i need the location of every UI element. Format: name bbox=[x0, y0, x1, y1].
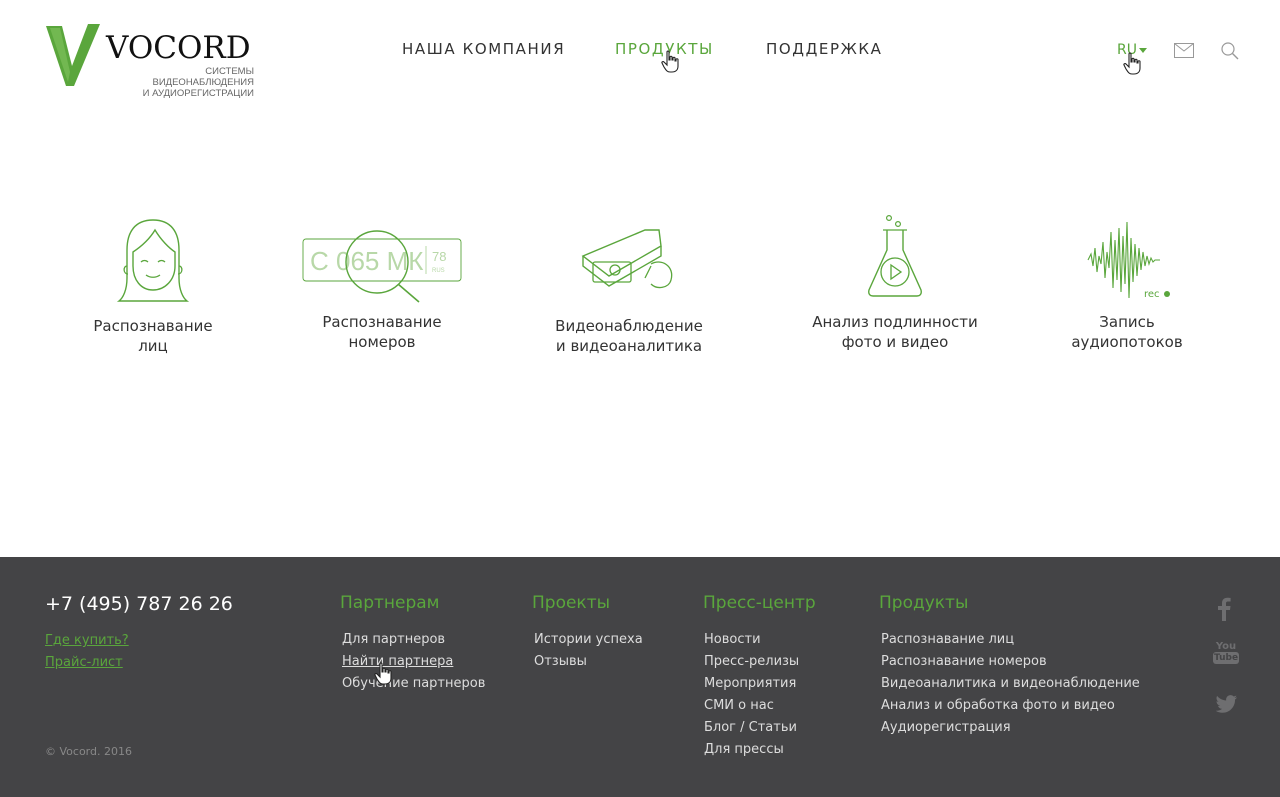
footer-column-partners: Партнерам Для партнеров Найти партнера О… bbox=[340, 593, 485, 695]
footer-column-products: Продукты Распознавание лиц Распознавание… bbox=[879, 593, 1140, 739]
footer-link[interactable]: Мероприятия bbox=[704, 673, 816, 695]
face-icon bbox=[116, 219, 190, 302]
product-label: Запись аудиопотоков bbox=[1047, 312, 1207, 352]
product-label-line1: Запись bbox=[1099, 313, 1155, 331]
product-label: Распознавание номеров bbox=[302, 312, 462, 352]
footer-link[interactable]: Обучение партнеров bbox=[342, 673, 485, 695]
product-plate-recognition[interactable]: С 065 МК 78 RUS Распознавание номеров bbox=[302, 228, 462, 352]
product-video-surveillance[interactable]: Видеонаблюдение и видеоаналитика bbox=[549, 226, 709, 356]
product-label-line2: и видеоаналитика bbox=[555, 337, 703, 355]
product-label-line1: Распознавание bbox=[93, 317, 213, 335]
hand-cursor-icon bbox=[1123, 52, 1141, 75]
hand-cursor-icon bbox=[661, 50, 679, 73]
footer-link[interactable]: Истории успеха bbox=[534, 629, 643, 651]
license-plate-icon: С 065 МК 78 RUS bbox=[302, 230, 462, 303]
plate-region-text: 78 bbox=[432, 249, 446, 264]
footer-link[interactable]: Распознавание лиц bbox=[881, 629, 1140, 651]
logo-v-mark-icon bbox=[46, 24, 100, 86]
product-label-line1: Распознавание bbox=[322, 313, 442, 331]
product-face-recognition[interactable]: Распознавание лиц bbox=[73, 218, 233, 356]
footer-link[interactable]: Для прессы bbox=[704, 739, 816, 761]
footer-column-title: Пресс-центр bbox=[703, 593, 816, 613]
vocord-logo[interactable]: VOCORD СИСТЕМЫ ВИДЕОНАБЛЮДЕНИЯ И АУДИОРЕ… bbox=[44, 22, 258, 99]
footer-link[interactable]: Видеоаналитика и видеонаблюдение bbox=[881, 673, 1140, 695]
product-label-line2: лиц bbox=[138, 337, 168, 355]
hand-cursor-icon bbox=[374, 662, 392, 685]
footer-column-press: Пресс-центр Новости Пресс-релизы Меропри… bbox=[703, 593, 816, 761]
footer-link[interactable]: Пресс-релизы bbox=[704, 651, 816, 673]
footer-link[interactable]: Распознавание номеров bbox=[881, 651, 1140, 673]
footer-column-title: Проекты bbox=[532, 593, 611, 613]
price-list-link[interactable]: Прайс-лист bbox=[45, 655, 123, 670]
audio-wave-icon: rec bbox=[1087, 221, 1170, 300]
product-label-line1: Анализ подлинности bbox=[812, 313, 978, 331]
youtube-text-bottom: Tube bbox=[1213, 652, 1239, 664]
plate-country-text: RUS bbox=[432, 268, 445, 274]
footer-link[interactable]: Блог / Статьи bbox=[704, 717, 816, 739]
footer-link[interactable]: Аудиорегистрация bbox=[881, 717, 1140, 739]
site-header: VOCORD СИСТЕМЫ ВИДЕОНАБЛЮДЕНИЯ И АУДИОРЕ… bbox=[0, 0, 1280, 110]
footer-column-title: Партнерам bbox=[340, 593, 440, 613]
logo-wordmark: VOCORD bbox=[106, 30, 251, 66]
youtube-icon[interactable]: You Tube bbox=[1213, 641, 1239, 664]
product-label-line2: фото и видео bbox=[841, 333, 949, 351]
where-to-buy-link[interactable]: Где купить? bbox=[45, 633, 129, 648]
search-icon[interactable] bbox=[1221, 42, 1239, 60]
product-label-line2: аудиопотоков bbox=[1071, 333, 1183, 351]
nav-our-company[interactable]: НАША КОМПАНИЯ bbox=[402, 40, 565, 58]
footer-link[interactable]: Для партнеров bbox=[342, 629, 485, 651]
footer-column-projects: Проекты Истории успеха Отзывы bbox=[532, 593, 643, 673]
product-audio-recording[interactable]: rec Запись аудиопотоков bbox=[1047, 218, 1207, 352]
logo-subtitle-line2: И АУДИОРЕГИСТРАЦИИ bbox=[142, 88, 254, 99]
logo-subtitle-line1: СИСТЕМЫ ВИДЕОНАБЛЮДЕНИЯ bbox=[152, 66, 255, 88]
nav-support[interactable]: ПОДДЕРЖКА bbox=[766, 40, 883, 58]
product-label-line2: номеров bbox=[348, 333, 416, 351]
youtube-text-top: You bbox=[1215, 641, 1237, 652]
facebook-icon[interactable] bbox=[1216, 597, 1232, 621]
flask-icon bbox=[868, 214, 922, 297]
mail-icon[interactable] bbox=[1174, 43, 1194, 58]
site-footer: +7 (495) 787 26 26 Где купить? Прайс-лис… bbox=[0, 557, 1280, 797]
footer-link[interactable]: Найти партнера bbox=[342, 651, 485, 673]
footer-link-label: Найти партнера bbox=[342, 654, 454, 669]
twitter-icon[interactable] bbox=[1216, 695, 1238, 713]
product-label-line1: Видеонаблюдение bbox=[555, 317, 703, 335]
footer-link[interactable]: Отзывы bbox=[534, 651, 643, 673]
copyright: © Vocord. 2016 bbox=[45, 745, 132, 758]
footer-link[interactable]: СМИ о нас bbox=[704, 695, 816, 717]
footer-link[interactable]: Анализ и обработка фото и видео bbox=[881, 695, 1140, 717]
product-label: Анализ подлинности фото и видео bbox=[810, 312, 980, 352]
footer-column-title: Продукты bbox=[879, 593, 969, 613]
camera-icon bbox=[581, 229, 673, 289]
logo-subtitle: СИСТЕМЫ ВИДЕОНАБЛЮДЕНИЯ И АУДИОРЕГИСТРАЦ… bbox=[114, 66, 254, 99]
footer-link[interactable]: Новости bbox=[704, 629, 816, 651]
rec-label: rec bbox=[1144, 289, 1160, 300]
product-label: Распознавание лиц bbox=[73, 316, 233, 356]
product-authenticity-analysis[interactable]: Анализ подлинности фото и видео bbox=[810, 214, 980, 352]
product-label: Видеонаблюдение и видеоаналитика bbox=[549, 316, 709, 356]
phone-number[interactable]: +7 (495) 787 26 26 bbox=[45, 593, 233, 615]
